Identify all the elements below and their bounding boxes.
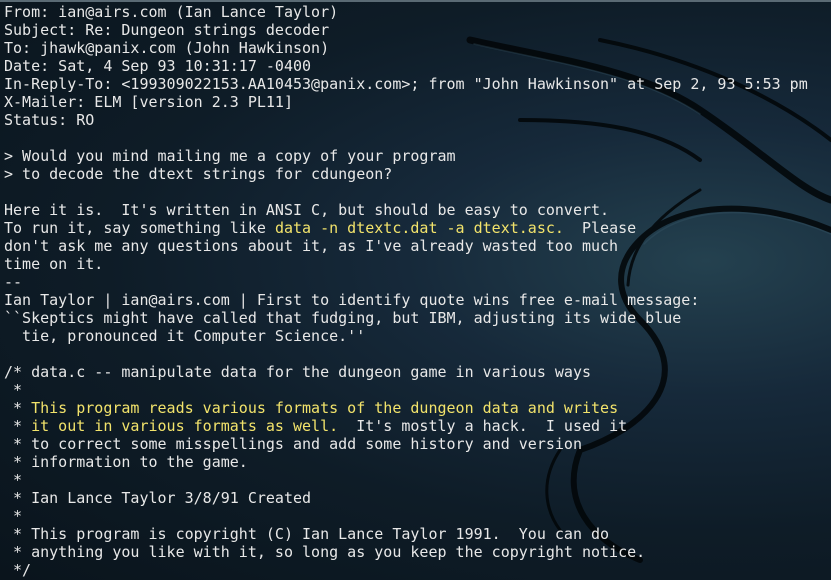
text-line: To: jhawk@panix.com (John Hawkinson) (4, 39, 829, 57)
text-segment: * information to the game. (4, 453, 248, 471)
text-line: * to correct some misspellings and add s… (4, 435, 829, 453)
text-line: In-Reply-To: <199309022153.AA10453@panix… (4, 75, 829, 93)
text-segment: * (4, 381, 23, 399)
text-line: Subject: Re: Dungeon strings decoder (4, 21, 829, 39)
text-line: -- (4, 273, 829, 291)
text-line: X-Mailer: ELM [version 2.3 PL11] (4, 93, 829, 111)
text-segment: It's mostly a hack. I used it (338, 417, 628, 435)
text-line (4, 345, 829, 363)
text-segment: time on it. (4, 255, 104, 273)
text-line: don't ask me any questions about it, as … (4, 237, 829, 255)
text-line: tie, pronounced it Computer Science.'' (4, 327, 829, 345)
text-segment: don't ask me any questions about it, as … (4, 237, 619, 255)
text-line: * information to the game. (4, 453, 829, 471)
text-line: * Ian Lance Taylor 3/8/91 Created (4, 489, 829, 507)
text-line: * (4, 471, 829, 489)
text-segment: * Ian Lance Taylor 3/8/91 Created (4, 489, 312, 507)
text-line: From: ian@airs.com (Ian Lance Taylor) (4, 3, 829, 21)
text-line: time on it. (4, 255, 829, 273)
text-segment: /* data.c -- manipulate data for the dun… (4, 363, 591, 381)
text-segment: Date: Sat, 4 Sep 93 10:31:17 -0400 (4, 57, 312, 75)
text-segment: * This program is copyright (C) Ian Lanc… (4, 525, 610, 543)
text-line: * it out in various formats as well. It'… (4, 417, 829, 435)
text-line: Ian Taylor | ian@airs.com | First to ide… (4, 291, 829, 309)
text-line: > to decode the dtext strings for cdunge… (4, 165, 829, 183)
text-segment: * anything you like with it, so long as … (4, 543, 646, 561)
text-line: /* data.c -- manipulate data for the dun… (4, 363, 829, 381)
text-line: */ (4, 561, 829, 579)
text-segment: In-Reply-To: <199309022153.AA10453@panix… (4, 75, 808, 93)
text-segment: To run it, say something like (4, 219, 275, 237)
text-line: * anything you like with it, so long as … (4, 543, 829, 561)
text-segment: tie, pronounced it Computer Science.'' (4, 327, 366, 345)
text-line: Date: Sat, 4 Sep 93 10:31:17 -0400 (4, 57, 829, 75)
text-line: Here it is. It's written in ANSI C, but … (4, 201, 829, 219)
text-segment: > Would you mind mailing me a copy of yo… (4, 147, 456, 165)
highlighted-text: This program reads various formats of th… (31, 399, 619, 417)
text-line: * This program is copyright (C) Ian Lanc… (4, 525, 829, 543)
text-segment: * to correct some misspellings and add s… (4, 435, 582, 453)
text-segment: Please (563, 219, 637, 237)
text-line: * This program reads various formats of … (4, 399, 829, 417)
text-segment: */ (4, 561, 32, 579)
highlighted-text: data -n dtextc.dat -a dtext.asc. (274, 219, 564, 237)
text-segment: X-Mailer: ELM [version 2.3 PL11] (4, 93, 293, 111)
text-line (4, 183, 829, 201)
text-segment: Status: RO (4, 111, 95, 129)
text-segment: * (4, 399, 32, 417)
text-segment: -- (4, 273, 23, 291)
text-line: * (4, 381, 829, 399)
text-line: To run it, say something like data -n dt… (4, 219, 829, 237)
terminal-window[interactable]: From: ian@airs.com (Ian Lance Taylor) Sub… (0, 0, 831, 580)
text-segment: Ian Taylor | ian@airs.com | First to ide… (4, 291, 700, 309)
text-line: Status: RO (4, 111, 829, 129)
mail-message-body: From: ian@airs.com (Ian Lance Taylor) Sub… (4, 3, 829, 579)
text-segment: Subject: Re: Dungeon strings decoder (4, 21, 330, 39)
text-segment: > to decode the dtext strings for cdunge… (4, 165, 393, 183)
text-segment: Here it is. It's written in ANSI C, but … (4, 201, 610, 219)
highlighted-text: it out in various formats as well. (31, 417, 339, 435)
text-line: * (4, 507, 829, 525)
window-top-border (0, 0, 831, 2)
text-line: > Would you mind mailing me a copy of yo… (4, 147, 829, 165)
text-line: ``Skeptics might have called that fudgin… (4, 309, 829, 327)
text-segment: ``Skeptics might have called that fudgin… (4, 309, 682, 327)
text-segment: * (4, 417, 32, 435)
text-segment: * (4, 507, 23, 525)
text-segment: * (4, 471, 23, 489)
text-segment: To: jhawk@panix.com (John Hawkinson) (4, 39, 330, 57)
text-line (4, 129, 829, 147)
text-segment: From: ian@airs.com (Ian Lance Taylor) (4, 3, 339, 21)
